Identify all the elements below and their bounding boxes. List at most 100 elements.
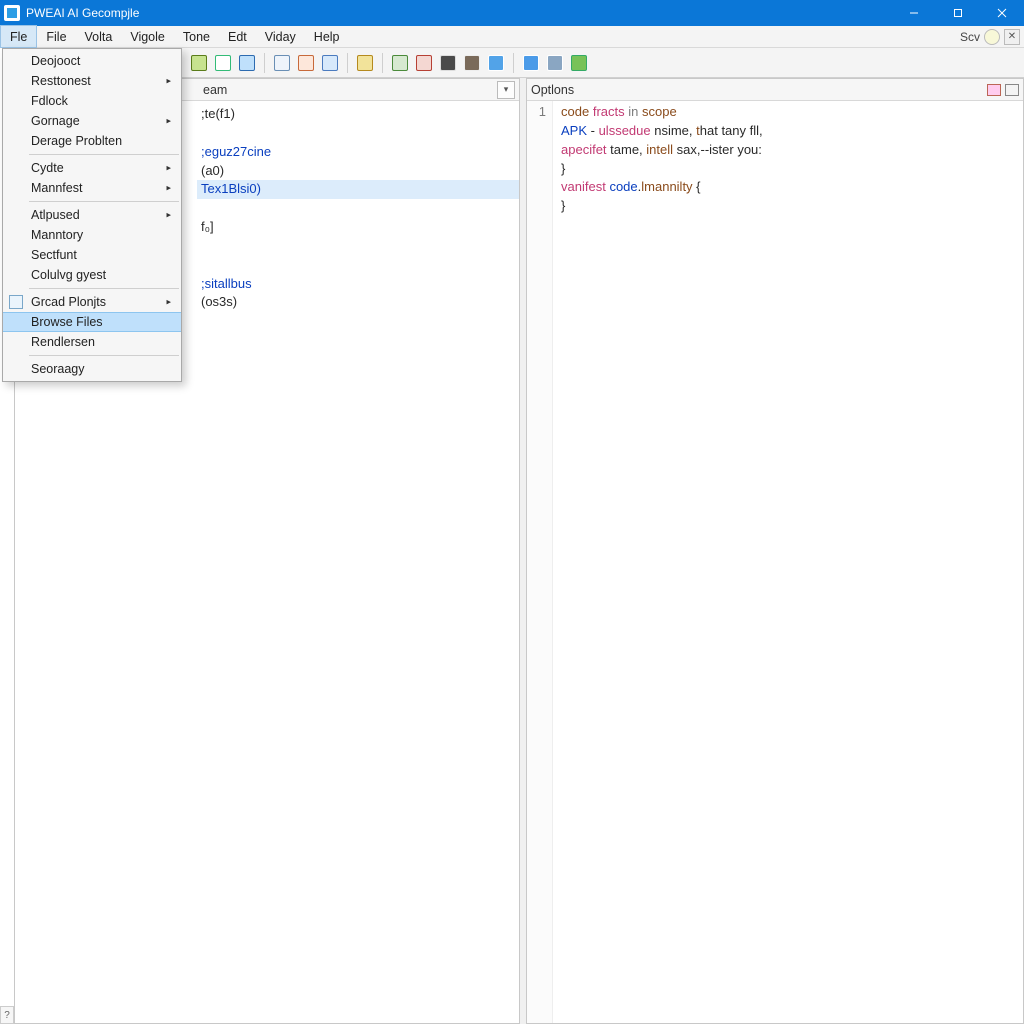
menu-item-gornage[interactable]: Gornage▸ bbox=[3, 111, 181, 131]
menu-item-manntory[interactable]: Manntory bbox=[3, 225, 181, 245]
navigator-line[interactable]: ;eguz27cine bbox=[201, 143, 515, 162]
navigator-line[interactable]: Tex1Blsi0) bbox=[197, 180, 519, 199]
menu-item-label: Sectfunt bbox=[31, 248, 77, 262]
submenu-arrow-icon: ▸ bbox=[166, 76, 171, 87]
code-line[interactable]: vanifest code.lmannilty { bbox=[561, 178, 1017, 197]
menu-separator bbox=[29, 288, 179, 289]
menu-item-seoraagy[interactable]: Seoraagy bbox=[3, 359, 181, 379]
navigator-line[interactable] bbox=[201, 199, 515, 218]
gear-dark-icon[interactable] bbox=[437, 52, 459, 74]
bug-icon[interactable] bbox=[413, 52, 435, 74]
submenu-arrow-icon: ▸ bbox=[166, 297, 171, 308]
panel-tool-2-icon[interactable] bbox=[1005, 84, 1019, 96]
menu-edt[interactable]: Edt bbox=[219, 26, 256, 47]
menu-file[interactable]: File bbox=[37, 26, 75, 47]
code-line[interactable]: apecifet tame, intell sax,--ister you: bbox=[561, 141, 1017, 160]
lightbulb-icon[interactable] bbox=[984, 29, 1000, 45]
window-controls bbox=[892, 0, 1024, 26]
minimize-button[interactable] bbox=[892, 0, 936, 26]
menu-bar: FleFileVoltaVigoleToneEdtVidayHelp Scv ✕ bbox=[0, 26, 1024, 48]
code-line[interactable]: } bbox=[561, 160, 1017, 179]
cube-icon[interactable] bbox=[461, 52, 483, 74]
menu-item-label: Browse Files bbox=[31, 315, 103, 329]
navigator-line[interactable]: (os3s) bbox=[201, 293, 515, 312]
right-tool-label: Scv bbox=[960, 30, 980, 44]
toolbar bbox=[182, 48, 1024, 78]
navigator-line[interactable] bbox=[201, 237, 515, 256]
menu-item-rendlersen[interactable]: Rendlersen bbox=[3, 332, 181, 352]
code-title: Optlons bbox=[531, 83, 574, 97]
menu-item-colulvg-gyest[interactable]: Colulvg gyest bbox=[3, 265, 181, 285]
navigator-line[interactable]: ;sitallbus bbox=[201, 275, 515, 294]
menu-item-icon bbox=[9, 295, 23, 309]
toolbar-separator bbox=[264, 53, 265, 73]
navigator-line[interactable] bbox=[201, 256, 515, 275]
menu-item-fdlock[interactable]: Fdlock bbox=[3, 91, 181, 111]
menu-item-grcad-plonjts[interactable]: Grcad Plonjts ▸ bbox=[3, 292, 181, 312]
status-hint[interactable]: ? bbox=[0, 1006, 14, 1024]
menu-fle[interactable]: Fle bbox=[0, 25, 37, 48]
chrome-icon[interactable] bbox=[212, 52, 234, 74]
code-line[interactable]: APK - ulssedue nsime, that tany fll, bbox=[561, 122, 1017, 141]
line-number: 1 bbox=[527, 103, 546, 122]
menu-item-label: Rendlersen bbox=[31, 335, 95, 349]
menu-item-browse-files[interactable]: Browse Files bbox=[3, 312, 181, 332]
menu-item-label: Grcad Plonjts bbox=[31, 295, 106, 309]
image-icon[interactable] bbox=[354, 52, 376, 74]
menu-item-atlpused[interactable]: Atlpused ▸ bbox=[3, 205, 181, 225]
toolbar-separator bbox=[347, 53, 348, 73]
grid-icon[interactable] bbox=[319, 52, 341, 74]
panel-icon[interactable] bbox=[236, 52, 258, 74]
panel-tool-1-icon[interactable] bbox=[987, 84, 1001, 96]
menubar-right-tools: Scv ✕ bbox=[960, 26, 1024, 47]
android-icon[interactable] bbox=[568, 52, 590, 74]
menu-help[interactable]: Help bbox=[305, 26, 349, 47]
code-panel: Optlons 1 code fracts in scopeAPK - ulss… bbox=[526, 78, 1024, 1024]
menu-separator bbox=[29, 355, 179, 356]
table1-icon[interactable] bbox=[271, 52, 293, 74]
menu-vigole[interactable]: Vigole bbox=[121, 26, 174, 47]
navigator-line[interactable]: (a0) bbox=[201, 162, 515, 181]
navigator-dropdown-button[interactable]: ▾ bbox=[497, 81, 515, 99]
toolbar-separator bbox=[513, 53, 514, 73]
code-body[interactable]: 1 code fracts in scopeAPK - ulssedue nsi… bbox=[527, 101, 1023, 1023]
window-icon[interactable] bbox=[485, 52, 507, 74]
code-line[interactable]: } bbox=[561, 197, 1017, 216]
menu-item-label: Deojooct bbox=[31, 54, 80, 68]
navigator-line[interactable]: f₀] bbox=[201, 218, 515, 237]
close-button[interactable] bbox=[980, 0, 1024, 26]
menu-item-label: Atlpused bbox=[31, 208, 80, 222]
menu-item-label: Resttonest bbox=[31, 74, 91, 88]
menu-item-label: Manntory bbox=[31, 228, 83, 242]
menu-item-deojooct[interactable]: Deojooct bbox=[3, 51, 181, 71]
code-line[interactable]: code fracts in scope bbox=[561, 103, 1017, 122]
menu-item-mannfest[interactable]: Mannfest▸ bbox=[3, 178, 181, 198]
menu-tone[interactable]: Tone bbox=[174, 26, 219, 47]
submenu-arrow-icon: ▸ bbox=[166, 183, 171, 194]
menu-item-resttonest[interactable]: Resttonest ▸ bbox=[3, 71, 181, 91]
maximize-button[interactable] bbox=[936, 0, 980, 26]
navigator-line[interactable]: ;te(f1) bbox=[201, 105, 515, 124]
menu-item-cydte[interactable]: Cydte ▸ bbox=[3, 158, 181, 178]
menu-item-label: Cydte bbox=[31, 161, 64, 175]
submenu-arrow-icon: ▸ bbox=[166, 210, 171, 221]
menu-volta[interactable]: Volta bbox=[76, 26, 122, 47]
title-bar: PWEAI AI Gecompjle bbox=[0, 0, 1024, 26]
menu-item-sectfunt[interactable]: Sectfunt bbox=[3, 245, 181, 265]
file-menu-dropdown: Deojooct Resttonest ▸ Fdlock Gornage▸Derage … bbox=[2, 48, 182, 382]
app-icon bbox=[4, 5, 20, 21]
table2-icon[interactable] bbox=[295, 52, 317, 74]
menu-separator bbox=[29, 201, 179, 202]
navigator-line[interactable] bbox=[201, 124, 515, 143]
menu-item-derage-problten[interactable]: Derage Problten bbox=[3, 131, 181, 151]
menu-item-label: Fdlock bbox=[31, 94, 68, 108]
code-text[interactable]: code fracts in scopeAPK - ulssedue nsime… bbox=[553, 101, 1023, 1023]
disk-icon[interactable] bbox=[544, 52, 566, 74]
picture-icon[interactable] bbox=[389, 52, 411, 74]
globe-icon[interactable] bbox=[520, 52, 542, 74]
close-tool-button[interactable]: ✕ bbox=[1004, 29, 1020, 45]
submenu-arrow-icon: ▸ bbox=[166, 163, 171, 174]
doc-new-icon[interactable] bbox=[188, 52, 210, 74]
menu-item-label: Seoraagy bbox=[31, 362, 85, 376]
menu-viday[interactable]: Viday bbox=[256, 26, 305, 47]
